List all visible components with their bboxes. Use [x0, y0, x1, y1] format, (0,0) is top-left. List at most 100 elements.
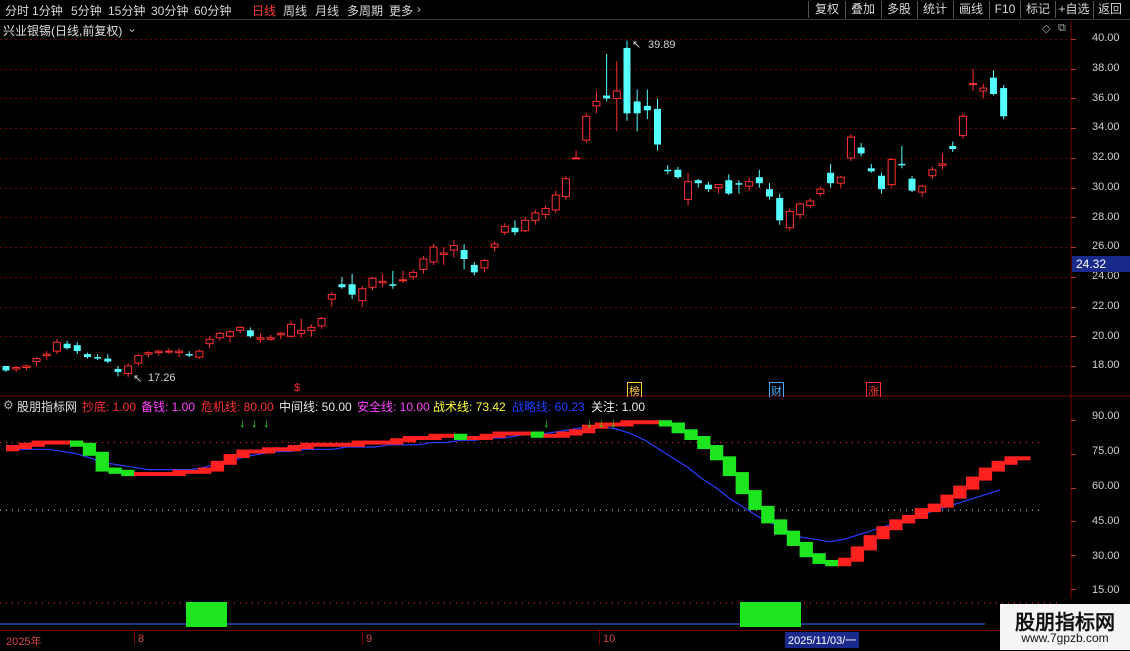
candle-body	[429, 246, 438, 263]
panel-bg	[0, 21, 1130, 397]
tactic-brick	[313, 442, 327, 447]
price-tick: 30.00	[1092, 181, 1120, 193]
candle-body	[389, 284, 397, 286]
indicator-settings-icon[interactable]: ⚙	[3, 398, 14, 412]
candle-body	[32, 358, 41, 363]
tactic-brick	[530, 431, 545, 438]
candle-body	[643, 105, 651, 111]
mark-button[interactable]: 标记	[1023, 1, 1053, 18]
candle-body	[796, 203, 805, 215]
tab-5min[interactable]: 5分钟	[71, 2, 102, 19]
candle-body	[633, 101, 641, 114]
tactic-brick	[722, 456, 737, 477]
divider	[134, 631, 135, 645]
low-price-label: 17.26	[148, 372, 176, 384]
watermark-url: www.7gpzb.com	[1021, 631, 1109, 645]
f10-button[interactable]: F10	[992, 1, 1018, 18]
price-tick: 36.00	[1092, 92, 1120, 104]
tactic-brick	[1004, 456, 1018, 465]
price-tick: 20.00	[1092, 330, 1120, 342]
tactic-brick	[454, 433, 468, 441]
price-tick: 38.00	[1092, 62, 1120, 74]
candle-body	[766, 189, 773, 197]
tactic-brick	[825, 559, 839, 567]
fuquan-button[interactable]: 复权	[812, 1, 842, 18]
candle-body	[623, 47, 631, 114]
candle-body	[2, 366, 10, 371]
stock-title[interactable]: 兴业银锡(日线,前复权)	[3, 22, 122, 39]
candle-body	[541, 207, 550, 215]
divider	[599, 631, 600, 645]
tab-60min[interactable]: 60分钟	[194, 2, 231, 19]
draw-line-button[interactable]: 画线	[956, 1, 986, 18]
tactic-brick	[441, 433, 455, 438]
tab-1min[interactable]: 1分钟	[32, 2, 63, 19]
candle-body	[52, 341, 61, 352]
tactic-brick	[761, 505, 775, 524]
tactic-brick	[838, 557, 852, 567]
candle-body	[185, 354, 193, 356]
candle-body	[348, 284, 356, 295]
candle-body	[500, 225, 509, 233]
tab-30min[interactable]: 30分钟	[151, 2, 188, 19]
tactic-brick	[326, 442, 340, 447]
candle-body	[836, 176, 845, 184]
tab-more[interactable]: 更多	[389, 2, 413, 19]
candle-body	[551, 194, 560, 211]
diamond-icon[interactable]: ◇	[1042, 22, 1050, 35]
tab-daily[interactable]: 日线	[252, 2, 276, 19]
candle-body	[521, 219, 530, 232]
candle-body	[846, 136, 855, 159]
candle-body	[73, 345, 81, 352]
strip-bg	[0, 599, 1070, 630]
candle-body	[612, 90, 621, 99]
high-marker-icon: ↖	[632, 39, 642, 51]
candlestick-chart[interactable]	[0, 21, 1130, 397]
candle-body	[236, 326, 245, 331]
param-danger-line: 危机线: 80.00	[201, 400, 274, 414]
buy-arrow-icon: ↓	[263, 415, 270, 430]
candle-body	[908, 178, 916, 191]
price-tick: 18.00	[1092, 359, 1120, 371]
cursor-date-tag: 2025/11/03/一	[785, 632, 860, 648]
indicator-tick: 30.00	[1092, 550, 1120, 562]
candle-body	[266, 337, 275, 340]
restore-window-icon[interactable]: ⧉	[1058, 22, 1066, 35]
tactic-brick	[44, 440, 58, 445]
tactic-brick	[70, 440, 84, 447]
candle-body	[460, 250, 468, 259]
candle-body	[12, 366, 21, 370]
add-favorite-button[interactable]: +自选	[1056, 1, 1092, 18]
tab-weekly[interactable]: 周线	[283, 2, 307, 19]
param-strategy-line: 战略线: 60.23	[512, 400, 585, 414]
indicator-chart[interactable]	[0, 397, 1130, 599]
candle-body	[164, 350, 173, 353]
candle-body	[256, 337, 265, 340]
divider	[917, 1, 918, 18]
tactic-brick	[774, 519, 788, 535]
price-tick: 32.00	[1092, 151, 1120, 163]
back-button[interactable]: 返回	[1095, 1, 1125, 18]
date-label-oct: 10	[603, 633, 616, 645]
tab-fenshi[interactable]: 分时	[5, 2, 29, 19]
more-chevron-icon[interactable]: ›	[417, 2, 421, 16]
candle-body	[338, 284, 346, 288]
candle-body	[480, 259, 489, 269]
signal-block	[186, 602, 227, 627]
overlay-button[interactable]: 叠加	[848, 1, 878, 18]
tab-monthly[interactable]: 月线	[315, 2, 339, 19]
candle-body	[409, 271, 418, 278]
tactic-brick	[646, 420, 660, 425]
current-price-tag: 24.32	[1072, 256, 1130, 272]
tactic-brick	[6, 445, 20, 452]
event-marker-dollar[interactable]: $	[293, 382, 301, 394]
tab-15min[interactable]: 15分钟	[108, 2, 145, 19]
tactic-brick	[274, 447, 289, 452]
tactic-brick	[185, 469, 199, 474]
stats-button[interactable]: 统计	[920, 1, 950, 18]
tab-multi-period[interactable]: 多周期	[347, 2, 383, 19]
settings-dropdown-icon[interactable]: ⌄	[127, 21, 137, 35]
indicator-name[interactable]: 股朋指标网	[17, 398, 77, 415]
buy-arrow-icon: ↓	[239, 415, 246, 430]
multi-stock-button[interactable]: 多股	[884, 1, 914, 18]
